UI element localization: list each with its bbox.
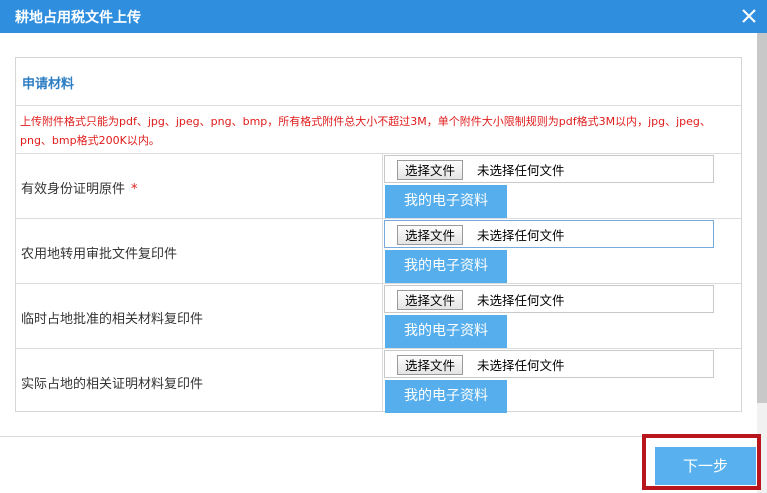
required-mark: *	[131, 182, 138, 197]
section-title: 申请材料	[22, 77, 75, 92]
file-status: 未选择任何文件	[477, 293, 565, 308]
row-label-text: 农用地转用审批文件复印件	[21, 247, 178, 262]
materials-panel: 申请材料 上传附件格式只能为pdf、jpg、jpeg、png、bmp，所有格式附…	[15, 57, 742, 413]
file-input[interactable]: 选择文件 未选择任何文件	[384, 350, 714, 378]
file-status: 未选择任何文件	[477, 228, 565, 243]
next-step-button[interactable]: 下一步	[655, 447, 756, 485]
choose-file-button[interactable]: 选择文件	[397, 290, 464, 310]
dialog-titlebar: 耕地占用税文件上传	[0, 0, 767, 33]
row-divider	[16, 283, 741, 284]
row-label-id-original: 有效身份证明原件 *	[21, 178, 138, 197]
choose-file-button[interactable]: 选择文件	[397, 225, 464, 245]
row-label-text: 临时占地批准的相关材料复印件	[21, 312, 204, 327]
row-label-text: 有效身份证明原件	[21, 182, 126, 197]
choose-file-button[interactable]: 选择文件	[397, 355, 464, 375]
row-label-land-conversion: 农用地转用审批文件复印件	[21, 243, 177, 262]
file-input[interactable]: 选择文件 未选择任何文件	[384, 155, 714, 183]
column-divider	[382, 153, 383, 411]
my-e-materials-button[interactable]: 我的电子资料	[385, 315, 507, 348]
choose-file-button[interactable]: 选择文件	[397, 160, 464, 180]
row-label-actual-land: 实际占地的相关证明材料复印件	[21, 373, 203, 392]
scrollbar-thumb[interactable]	[757, 33, 767, 403]
file-status: 未选择任何文件	[477, 163, 565, 178]
my-e-materials-button[interactable]: 我的电子资料	[385, 250, 507, 283]
row-divider	[16, 218, 741, 219]
upload-notice: 上传附件格式只能为pdf、jpg、jpeg、png、bmp，所有格式附件总大小不…	[20, 115, 711, 147]
row-divider	[16, 348, 741, 349]
my-e-materials-button[interactable]: 我的电子资料	[385, 380, 507, 413]
row-divider	[16, 153, 741, 154]
file-input[interactable]: 选择文件 未选择任何文件	[384, 220, 714, 248]
row-label-temporary-land: 临时占地批准的相关材料复印件	[21, 308, 203, 327]
file-input[interactable]: 选择文件 未选择任何文件	[384, 285, 714, 313]
dialog-title: 耕地占用税文件上传	[15, 10, 141, 26]
my-e-materials-button[interactable]: 我的电子资料	[385, 185, 507, 218]
row-label-text: 实际占地的相关证明材料复印件	[21, 377, 204, 392]
close-icon[interactable]	[737, 3, 761, 29]
file-status: 未选择任何文件	[477, 358, 565, 373]
section-header: 申请材料	[16, 58, 741, 106]
